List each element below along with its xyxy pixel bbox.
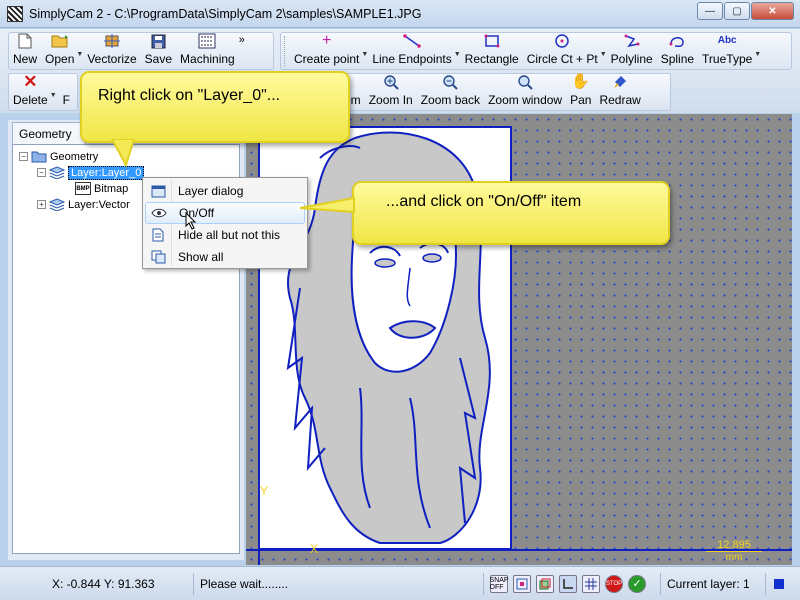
bitmap-icon: BMP — [75, 182, 91, 195]
zoom-out-icon — [441, 74, 459, 90]
checkmark-icon[interactable]: ✓ — [628, 574, 646, 593]
circle-icon — [553, 33, 571, 49]
callout-pointer — [110, 139, 136, 168]
callout-pointer — [300, 196, 355, 214]
snap-off-button[interactable]: SNAP OFF — [490, 574, 509, 593]
line-icon — [403, 33, 421, 49]
minimize-button[interactable]: — — [697, 2, 723, 20]
status-bar: X: -0.844 Y: 91.363 Please wait........ … — [0, 566, 800, 600]
layer-color-swatch — [774, 578, 784, 589]
dialog-icon — [149, 183, 167, 199]
snap-layer-icon[interactable] — [536, 574, 554, 593]
point-plus-icon: + — [322, 32, 332, 49]
hidden-tool-label: F — [62, 93, 70, 107]
tree-node-vector[interactable]: + Layer:Vector — [37, 197, 130, 212]
collapse-icon[interactable]: − — [19, 152, 28, 161]
title-bar: SimplyCam 2 - C:\ProgramData\SimplyCam 2… — [0, 0, 800, 28]
rectangle-button[interactable]: Rectangle — [461, 33, 523, 69]
tree-label: Layer:Vector — [68, 198, 130, 211]
delete-button[interactable]: ✕ Delete — [9, 72, 52, 110]
save-button[interactable]: Save — [141, 33, 176, 69]
page-icon — [149, 227, 167, 243]
tree-label: Bitmap — [94, 182, 129, 195]
folder-open-icon — [51, 33, 69, 49]
tutorial-callout-on-off: ...and click on "On/Off" item — [352, 181, 670, 245]
status-message: Please wait........ — [194, 572, 484, 595]
create-point-button[interactable]: + Create point — [290, 33, 363, 69]
spline-button[interactable]: Spline — [657, 33, 698, 69]
zoom-in-icon — [382, 74, 400, 90]
collapse-icon[interactable]: − — [37, 168, 46, 177]
show-all-icon — [149, 249, 167, 265]
dimension-readout: 12.895 mm — [706, 539, 762, 563]
folder-icon — [31, 150, 47, 163]
mouse-pointer-icon — [185, 212, 197, 230]
line-endpoints-button[interactable]: Line Endpoints — [368, 33, 455, 69]
menu-item-layer-dialog[interactable]: Layer dialog — [145, 180, 305, 202]
edit-toolbar: ✕ Delete ▼ F — [8, 73, 78, 111]
file-toolbar: New Open ▼ Vectorize Save Machining » — [8, 32, 274, 70]
menu-item-show-all[interactable]: Show all — [145, 246, 305, 268]
text-abc-icon: Abc — [717, 35, 737, 46]
toolbar-overflow-chevron[interactable]: » — [239, 34, 245, 46]
eye-icon — [150, 205, 168, 221]
y-axis-label: Y — [260, 484, 269, 498]
new-button[interactable]: New — [9, 33, 41, 69]
brush-icon — [611, 74, 629, 90]
gcode-icon — [198, 33, 216, 49]
coordinates-readout: X: -0.844 Y: 91.363 — [0, 572, 194, 595]
tree-node-bitmap[interactable]: BMP Bitmap — [75, 181, 128, 196]
current-layer-indicator: Current layer: 1 — [660, 572, 766, 595]
snap-grid-icon[interactable] — [513, 574, 531, 593]
x-axis-label: X — [310, 542, 319, 556]
layer-context-menu: Layer dialog On/Off Hide all but not thi… — [142, 177, 308, 269]
hand-icon: ✋ — [571, 73, 591, 90]
tab-geometry[interactable]: Geometry — [12, 122, 86, 144]
toolbar-grip[interactable] — [284, 36, 287, 66]
truetype-button[interactable]: Abc TrueType — [698, 33, 756, 69]
draw-toolbar: + Create point ▼ Line Endpoints ▼ Rectan… — [280, 32, 792, 70]
machining-button[interactable]: Machining — [176, 33, 239, 69]
open-button[interactable]: Open — [41, 33, 78, 69]
vectorize-icon — [103, 33, 121, 49]
rectangle-icon — [483, 33, 501, 49]
ortho-icon[interactable] — [559, 574, 577, 593]
zoom-window-icon — [516, 74, 534, 90]
window-title: SimplyCam 2 - C:\ProgramData\SimplyCam 2… — [29, 6, 422, 21]
grid-icon[interactable] — [582, 574, 600, 593]
delete-x-icon: ✕ — [23, 72, 38, 91]
circle-button[interactable]: Circle Ct + Pt — [523, 33, 602, 69]
layers-icon — [49, 166, 65, 179]
layers-icon — [49, 198, 65, 211]
menu-item-hide-all-but-this[interactable]: Hide all but not this — [145, 224, 305, 246]
close-button[interactable]: ✕ — [751, 2, 794, 20]
app-icon — [7, 5, 23, 22]
view-toolbar: Zoom Zoom In Zoom back Zoom window ✋ Pan — [325, 73, 671, 111]
zoom-window-button[interactable]: Zoom window — [484, 74, 566, 110]
zoom-back-button[interactable]: Zoom back — [417, 74, 484, 110]
zoom-in-button[interactable]: Zoom In — [365, 74, 417, 110]
tree-label: Geometry — [50, 150, 99, 163]
snap-tools: SNAP OFF STOP ✓ — [484, 573, 660, 595]
maximize-button[interactable]: ▢ — [724, 2, 750, 20]
pan-button[interactable]: ✋ Pan — [566, 74, 595, 110]
vectorize-button[interactable]: Vectorize — [83, 33, 140, 69]
spline-icon — [668, 33, 686, 49]
redraw-button[interactable]: Redraw — [595, 74, 644, 110]
polyline-icon — [623, 33, 641, 49]
menu-item-on-off[interactable]: On/Off — [145, 202, 305, 224]
stop-button[interactable]: STOP — [605, 574, 623, 593]
new-file-icon — [16, 33, 34, 49]
tutorial-callout-right-click: Right click on "Layer_0"... — [80, 71, 350, 143]
polyline-button[interactable]: Polyline — [607, 33, 657, 69]
tree-node-geometry[interactable]: − Geometry — [19, 149, 98, 164]
floppy-disk-icon — [149, 33, 167, 49]
expand-icon[interactable]: + — [37, 200, 46, 209]
window-controls: — ▢ ✕ — [696, 2, 794, 20]
